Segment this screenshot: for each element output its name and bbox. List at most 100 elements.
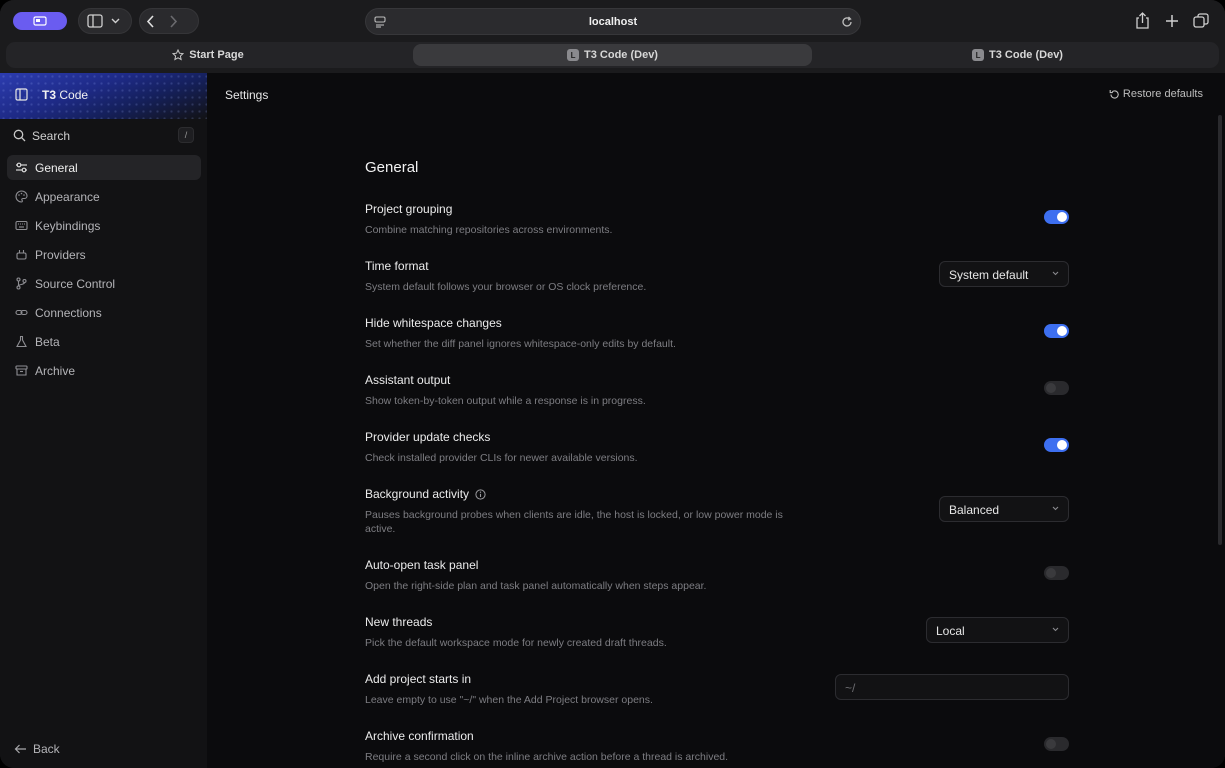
setting-title: Provider update checks [365,430,491,444]
section-title: General [365,159,419,176]
back-arrow-icon[interactable] [146,14,155,28]
sidebar-item-label: Keybindings [35,219,101,233]
nav-buttons [139,8,199,34]
toggle-knob [1046,739,1056,749]
chevron-down-icon [1052,506,1059,511]
setting-assistant-output: Assistant output Show token-by-token out… [365,373,1069,408]
sidebar-item-label: Connections [35,306,102,320]
setting-title: Background activity [365,487,470,501]
project-grouping-toggle[interactable] [1044,210,1069,224]
provider-update-checks-toggle[interactable] [1044,438,1069,452]
setting-time-format: Time format System default follows your … [365,259,1069,294]
select-value: System default [949,268,1029,282]
search-label: Search [32,129,71,143]
chevron-down-icon [111,18,120,24]
search-shortcut-badge: / [178,127,194,143]
setting-archive-confirmation: Archive confirmation Require a second cl… [365,729,1069,764]
tab-label: Start Page [189,49,244,61]
search-button[interactable]: Search / [8,125,200,147]
app-title: T3 Code [42,88,88,102]
select-value: Balanced [949,503,1000,517]
setting-title: Archive confirmation [365,729,474,743]
git-branch-icon [16,277,27,290]
sidebar-toggle-button[interactable] [78,8,132,34]
setting-description: Check installed provider CLIs for newer … [365,452,638,464]
sidebar-item-label: Beta [35,335,60,349]
setting-background-activity: Background activity Pauses background pr… [365,487,1069,536]
tab-t3-code-dev-active[interactable]: L T3 Code (Dev) [413,44,812,66]
sidebar-item-providers[interactable]: Providers [7,242,201,267]
auto-open-task-panel-toggle[interactable] [1044,566,1069,580]
setting-hide-whitespace: Hide whitespace changes Set whether the … [365,316,1069,351]
tab-bar: Start Page L T3 Code (Dev) L T3 Code (De… [6,42,1219,68]
setting-description: Show token-by-token output while a respo… [365,395,646,407]
tab-label: T3 Code (Dev) [989,49,1063,61]
toggle-knob [1046,568,1056,578]
archive-confirmation-toggle[interactable] [1044,737,1069,751]
setting-description: Leave empty to use "~/" when the Add Pro… [365,694,653,706]
setting-description: System default follows your browser or O… [365,281,647,293]
hide-whitespace-toggle[interactable] [1044,324,1069,338]
tab-t3-code-dev[interactable]: L T3 Code (Dev) [816,44,1219,66]
reload-icon[interactable] [840,15,854,29]
sidebar-item-archive[interactable]: Archive [7,358,201,383]
keyboard-icon [15,220,28,231]
background-activity-select[interactable]: Balanced [939,496,1069,522]
setting-project-grouping: Project grouping Combine matching reposi… [365,202,1069,237]
app-title-rest: Code [56,88,89,102]
setting-new-threads: New threads Pick the default workspace m… [365,615,1069,650]
setting-title: Project grouping [365,202,453,216]
setting-description: Combine matching repositories across env… [365,224,613,236]
setting-title: Assistant output [365,373,451,387]
select-value: Local [936,624,965,638]
sidebar-item-general[interactable]: General [7,155,201,180]
chevron-down-icon [1052,627,1059,632]
sidebar-icon [87,14,103,28]
sidebar-item-label: General [35,161,78,175]
toggle-knob [1057,212,1067,222]
sidebar-item-connections[interactable]: Connections [7,300,201,325]
info-icon[interactable] [475,488,486,500]
forward-arrow-icon[interactable] [169,14,178,28]
time-format-select[interactable]: System default [939,261,1069,287]
profile-button[interactable] [13,12,67,30]
collapse-sidebar-icon[interactable] [15,88,28,101]
page-title: Settings [225,88,269,102]
toggle-knob [1057,440,1067,450]
new-threads-select[interactable]: Local [926,617,1069,643]
url-text[interactable]: localhost [366,16,860,28]
setting-auto-open-task-panel: Auto-open task panel Open the right-side… [365,558,1069,593]
flask-icon [16,335,27,348]
tab-overview-icon[interactable] [1193,13,1209,29]
setting-description: Pick the default workspace mode for newl… [365,637,667,649]
tab-start-page[interactable]: Start Page [6,44,410,66]
back-label: Back [33,742,60,756]
restore-label: Restore defaults [1122,88,1203,100]
setting-provider-update-checks: Provider update checks Check installed p… [365,430,1069,465]
search-icon [13,129,26,142]
profile-card-icon [33,16,47,26]
scrollbar[interactable] [1218,115,1222,545]
sidebar-item-label: Providers [35,248,86,262]
address-bar[interactable]: localhost [365,8,861,35]
sidebar-item-label: Appearance [35,190,100,204]
restore-defaults-button[interactable]: Restore defaults [1109,88,1203,100]
sidebar-item-beta[interactable]: Beta [7,329,201,354]
sidebar-header: T3 Code [0,73,207,119]
setting-description: Pauses background probes when clients ar… [365,509,783,535]
settings-main: Settings Restore defaults General Projec… [207,73,1225,768]
new-tab-icon[interactable] [1165,14,1179,28]
t3-logo-icon: L [972,49,985,61]
sliders-icon [16,162,27,173]
sidebar-item-keybindings[interactable]: Keybindings [7,213,201,238]
toggle-knob [1057,326,1067,336]
sidebar-item-appearance[interactable]: Appearance [7,184,201,209]
sidebar-item-source-control[interactable]: Source Control [7,271,201,296]
browser-toolbar: localhost [0,0,1225,42]
share-icon[interactable] [1135,12,1150,29]
add-project-path-input[interactable]: ~/ [835,674,1069,700]
assistant-output-toggle[interactable] [1044,381,1069,395]
tab-label: T3 Code (Dev) [584,49,658,61]
plug-icon [16,250,27,260]
toggle-knob [1046,383,1056,393]
